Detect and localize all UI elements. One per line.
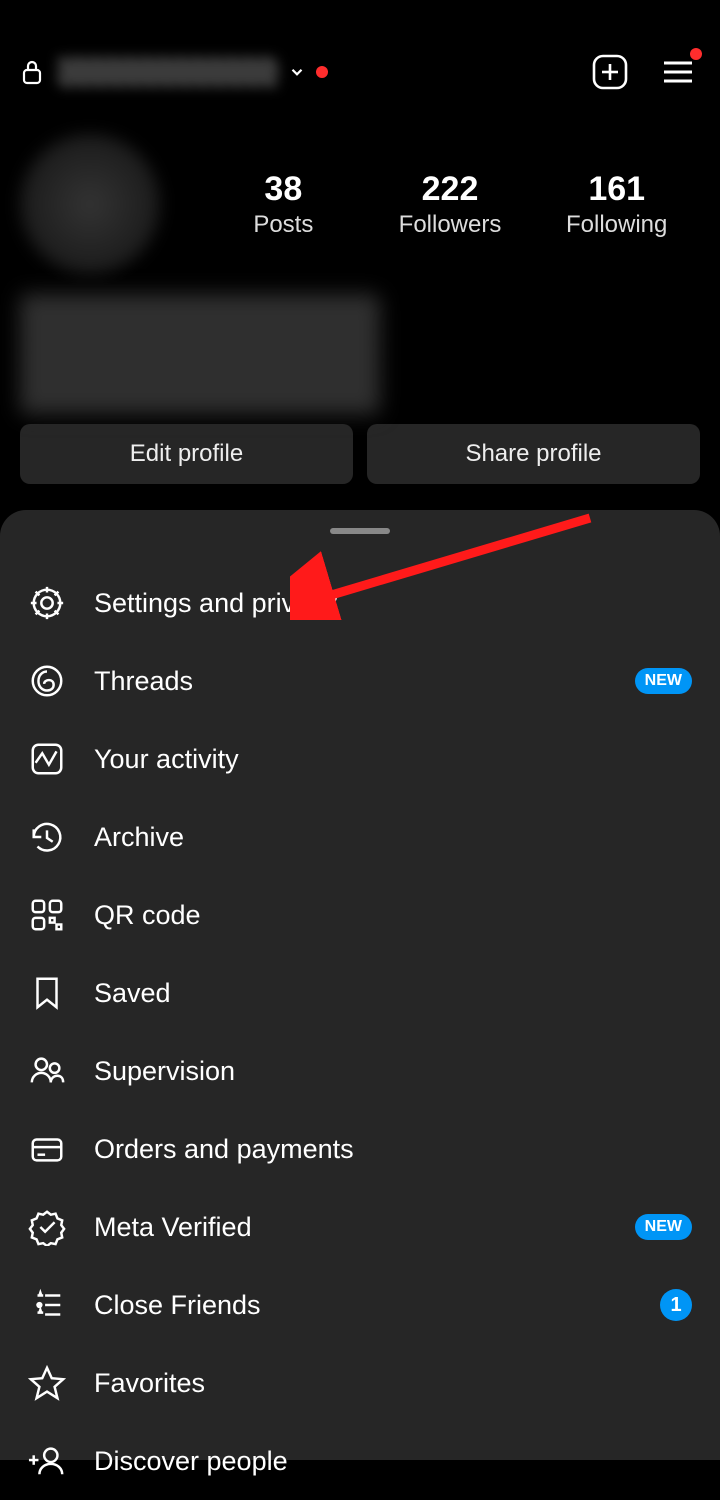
menu-bottom-sheet: Settings and privacy Threads NEW Your ac…: [0, 510, 720, 1460]
menu-label: Orders and payments: [94, 1134, 692, 1165]
menu-label: Close Friends: [94, 1290, 660, 1321]
menu-close-friends[interactable]: Close Friends 1: [0, 1266, 720, 1344]
menu-orders-payments[interactable]: Orders and payments: [0, 1110, 720, 1188]
menu-archive[interactable]: Archive: [0, 798, 720, 876]
star-icon: [28, 1364, 66, 1402]
new-badge: NEW: [635, 1214, 692, 1240]
lock-icon: [20, 58, 44, 86]
menu-supervision[interactable]: Supervision: [0, 1032, 720, 1110]
menu-meta-verified[interactable]: Meta Verified NEW: [0, 1188, 720, 1266]
bio-redacted: [20, 294, 380, 414]
qr-code-icon: [28, 896, 66, 934]
profile-stats-row: 38 Posts 222 Followers 161 Following: [0, 114, 720, 284]
edit-profile-button[interactable]: Edit profile: [20, 424, 353, 484]
menu-label: Favorites: [94, 1368, 692, 1399]
menu-label: Archive: [94, 822, 692, 853]
activity-icon: [28, 740, 66, 778]
profile-header: [0, 0, 720, 114]
followers-stat[interactable]: 222 Followers: [367, 170, 534, 239]
menu-label: Discover people: [94, 1446, 692, 1477]
menu-label: Threads: [94, 666, 635, 697]
close-friends-icon: [28, 1286, 66, 1324]
hamburger-menu-button[interactable]: [656, 50, 700, 94]
menu-qr-code[interactable]: QR code: [0, 876, 720, 954]
menu-label: Settings and privacy: [94, 588, 692, 619]
menu-label: Saved: [94, 978, 692, 1009]
new-badge: NEW: [635, 668, 692, 694]
menu-label: Supervision: [94, 1056, 692, 1087]
bookmark-icon: [28, 974, 66, 1012]
menu-favorites[interactable]: Favorites: [0, 1344, 720, 1422]
notification-dot: [316, 66, 328, 78]
posts-label: Posts: [200, 211, 367, 239]
credit-card-icon: [28, 1130, 66, 1168]
supervision-icon: [28, 1052, 66, 1090]
profile-action-buttons: Edit profile Share profile: [0, 424, 720, 484]
menu-label: QR code: [94, 900, 692, 931]
posts-count: 38: [200, 170, 367, 209]
verified-icon: [28, 1208, 66, 1246]
followers-count: 222: [367, 170, 534, 209]
following-count: 161: [533, 170, 700, 209]
archive-icon: [28, 818, 66, 856]
count-badge: 1: [660, 1289, 692, 1321]
following-label: Following: [533, 211, 700, 239]
menu-label: Your activity: [94, 744, 692, 775]
create-button[interactable]: [588, 50, 632, 94]
notification-dot: [690, 48, 702, 60]
gear-icon: [28, 584, 66, 622]
menu-saved[interactable]: Saved: [0, 954, 720, 1032]
drag-handle[interactable]: [330, 528, 390, 534]
posts-stat[interactable]: 38 Posts: [200, 170, 367, 239]
menu-your-activity[interactable]: Your activity: [0, 720, 720, 798]
menu-label: Meta Verified: [94, 1212, 635, 1243]
avatar[interactable]: [20, 134, 160, 274]
discover-people-icon: [28, 1442, 66, 1480]
following-stat[interactable]: 161 Following: [533, 170, 700, 239]
username-redacted[interactable]: [58, 57, 278, 87]
menu-settings-privacy[interactable]: Settings and privacy: [0, 564, 720, 642]
menu-threads[interactable]: Threads NEW: [0, 642, 720, 720]
chevron-down-icon[interactable]: [288, 63, 306, 81]
followers-label: Followers: [367, 211, 534, 239]
share-profile-button[interactable]: Share profile: [367, 424, 700, 484]
threads-icon: [28, 662, 66, 700]
menu-discover-people[interactable]: Discover people: [0, 1422, 720, 1500]
